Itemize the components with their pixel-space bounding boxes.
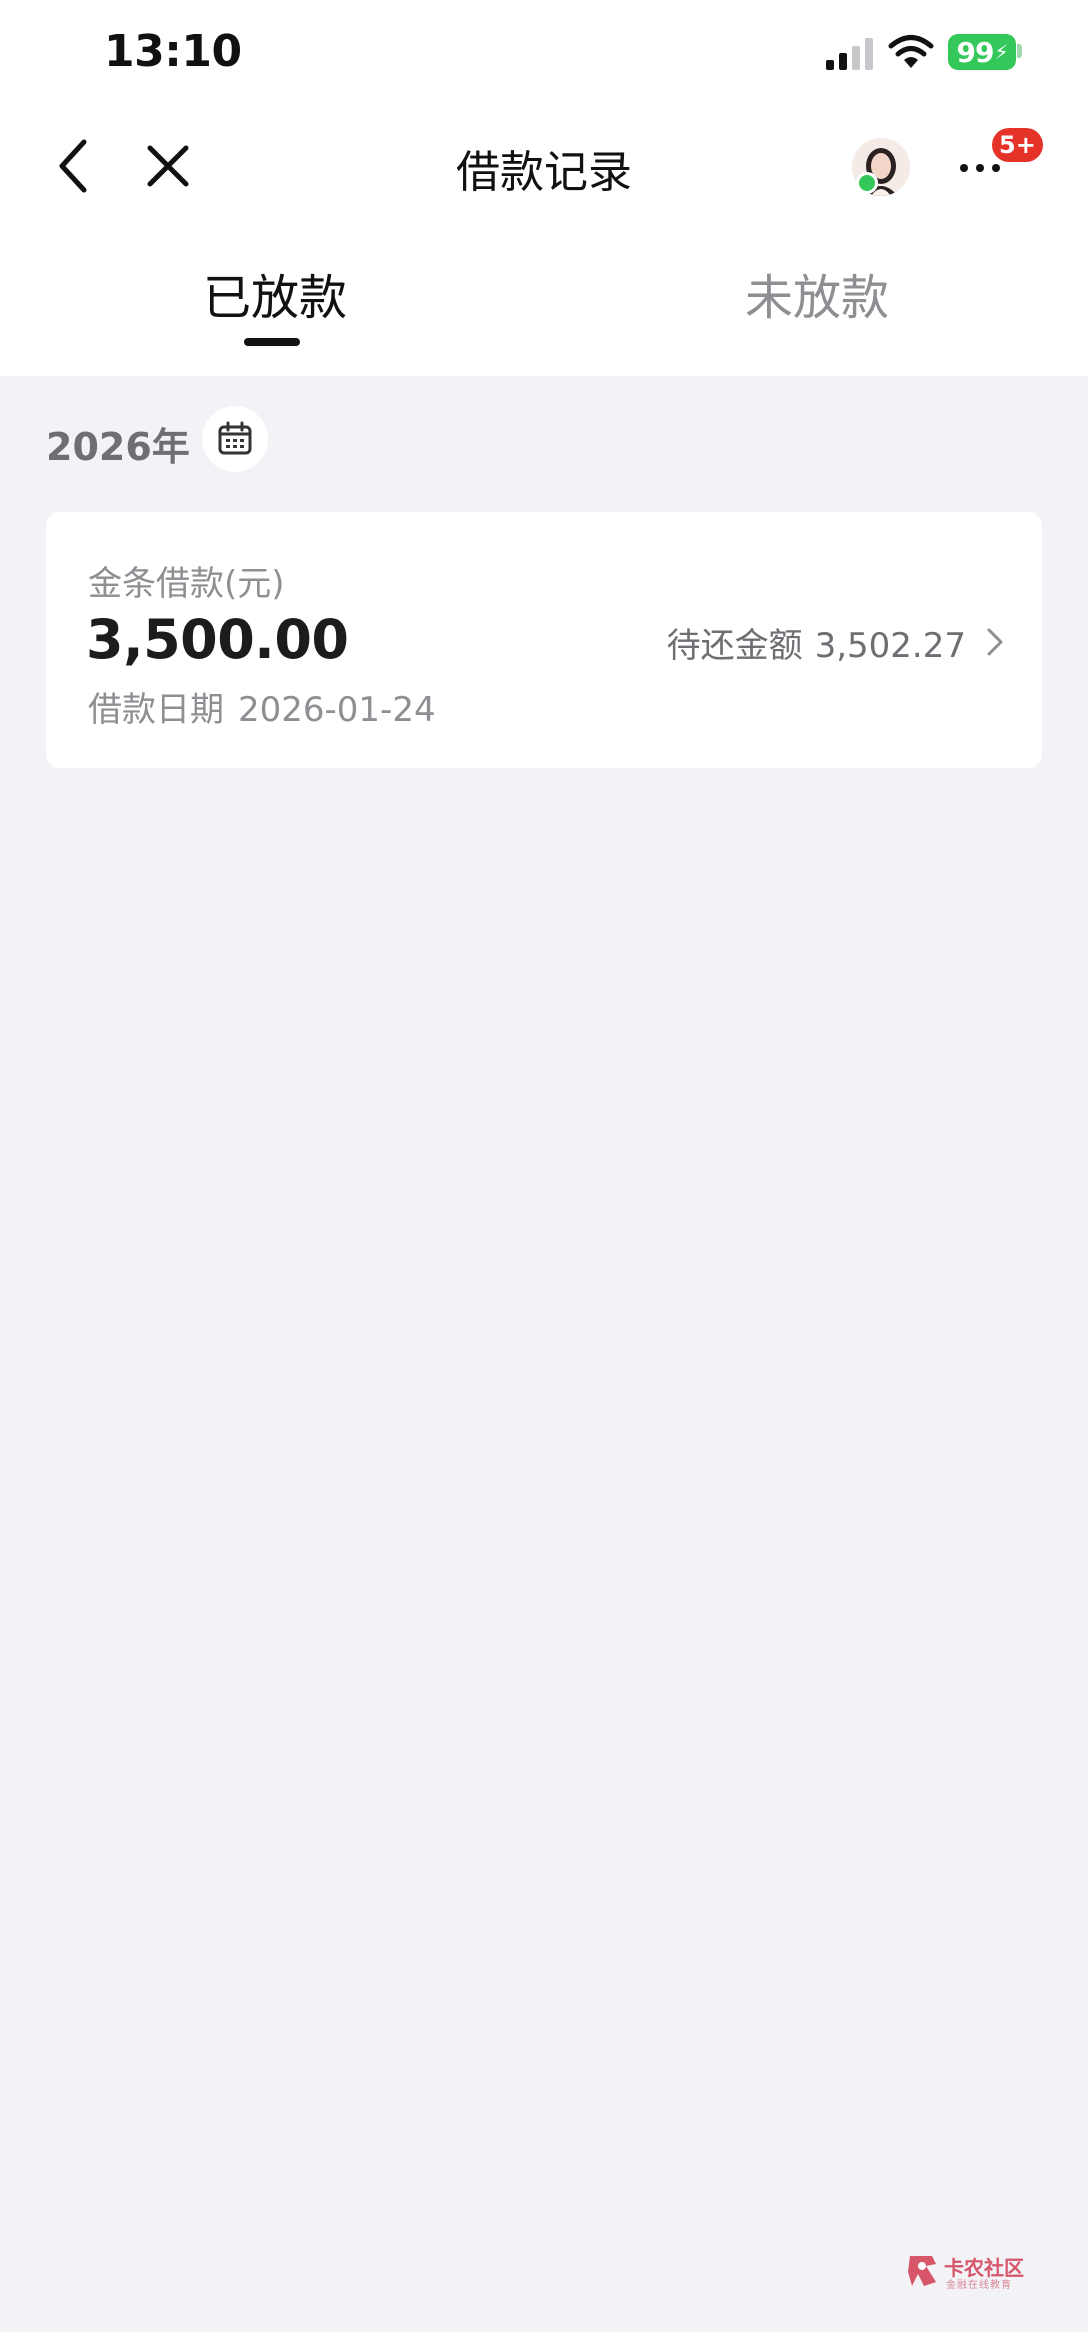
tab-indicator (244, 338, 300, 346)
watermark-subtitle: 金融在线教育 (946, 2280, 1012, 2291)
loan-type-label: 金条借款(元) (88, 564, 285, 604)
due-amount-row: 待还金额 3,502.27 (667, 618, 966, 667)
calendar-icon (218, 421, 252, 455)
signal-icon (826, 38, 873, 70)
watermark-logo: 卡农社区 金融在线教育 (906, 2252, 1030, 2292)
loan-date-row: 借款日期 2026-01-24 (88, 682, 436, 731)
status-time: 13:10 (104, 26, 242, 77)
due-amount-label: 待还金额 (666, 626, 803, 666)
watermark-icon (908, 2256, 936, 2286)
loan-date-label: 借款日期 (88, 690, 224, 730)
loan-date-value: 2026-01-24 (238, 690, 436, 730)
wifi-icon (888, 35, 934, 68)
due-amount-value: 3,502.27 (814, 626, 966, 666)
notification-badge: 5+ (992, 128, 1043, 162)
loan-record-card[interactable]: 金条借款(元) 3,500.00 借款日期 2026-01-24 待还金额 3,50… (46, 512, 1042, 768)
battery-cap (1017, 44, 1022, 58)
calendar-button[interactable] (202, 406, 268, 472)
online-status-dot (856, 172, 878, 194)
charging-icon: ⚡ (994, 40, 1008, 64)
tab-not-disbursed[interactable]: 未放款 (745, 258, 889, 328)
loan-amount: 3,500.00 (86, 608, 349, 671)
year-label[interactable]: 2026年 (46, 416, 190, 471)
battery-indicator: 99 ⚡ (948, 34, 1016, 70)
tab-disbursed[interactable]: 已放款 (203, 258, 347, 328)
chevron-right-icon (987, 628, 1003, 656)
page-title: 借款记录 (456, 147, 632, 198)
battery-level: 99 (956, 35, 994, 69)
